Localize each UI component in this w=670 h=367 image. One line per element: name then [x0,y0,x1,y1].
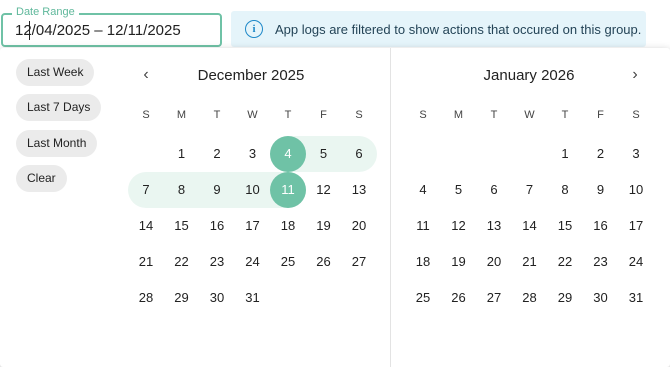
calendar-day[interactable]: 9 [199,172,235,208]
calendar-day[interactable]: 1 [164,136,200,172]
calendar-day[interactable]: 1 [547,136,583,172]
calendar-day[interactable]: 21 [128,244,164,280]
calendar-day[interactable]: 14 [128,208,164,244]
month-title-december: December 2025 [197,67,305,84]
weekday-header: S [419,109,427,121]
calendar-day[interactable]: 27 [476,280,512,316]
calendar-day[interactable]: 31 [235,280,271,316]
calendar-divider [390,48,391,367]
calendar-day[interactable]: 6 [341,136,377,172]
month-title-january: January 2026 [483,67,575,84]
weekday-header: W [524,109,535,121]
weekday-header: T [213,109,221,121]
weekday-header: F [320,109,327,121]
info-banner: i App logs are filtered to show actions … [231,11,646,47]
calendar-day[interactable]: 26 [306,244,342,280]
calendar-day[interactable]: 23 [199,244,235,280]
date-range-input[interactable]: 12/04/2025 – 12/11/2025 [15,22,181,39]
calendar-day[interactable]: 30 [199,280,235,316]
weekday-header: M [176,109,187,121]
calendar-day[interactable]: 16 [583,208,619,244]
calendar-day[interactable]: 24 [618,244,654,280]
calendar-day[interactable]: 12 [306,172,342,208]
weekday-header: S [355,109,363,121]
shortcut-clear[interactable]: Clear [16,165,67,192]
calendar-day[interactable]: 16 [199,208,235,244]
info-banner-text: App logs are filtered to show actions th… [275,21,642,37]
calendar-day[interactable]: 28 [128,280,164,316]
calendar-day[interactable]: 18 [405,244,441,280]
calendar-day[interactable]: 4 [405,172,441,208]
weekday-header: S [632,109,640,121]
weekday-header: T [490,109,498,121]
calendar-day[interactable]: 15 [547,208,583,244]
weekday-header: M [453,109,464,121]
calendar-day[interactable]: 26 [441,280,477,316]
calendar-day[interactable]: 19 [306,208,342,244]
calendar-day[interactable]: 25 [270,244,306,280]
calendar-day[interactable]: 14 [512,208,548,244]
date-range-label: Date Range [12,6,79,18]
text-cursor [29,21,30,40]
calendar-day[interactable]: 9 [583,172,619,208]
calendar-day[interactable]: 5 [441,172,477,208]
calendar-day[interactable]: 18 [270,208,306,244]
calendar-day[interactable]: 21 [512,244,548,280]
shortcut-last-7-days[interactable]: Last 7 Days [16,94,102,121]
calendar-day[interactable]: 10 [235,172,271,208]
calendar-day[interactable]: 27 [341,244,377,280]
chevron-right-icon[interactable]: › [625,66,645,84]
weekday-header: T [284,109,292,121]
calendar-day[interactable]: 8 [164,172,200,208]
calendar-day[interactable]: 31 [618,280,654,316]
calendar-day[interactable]: 3 [618,136,654,172]
calendar-day[interactable]: 12 [441,208,477,244]
calendar-day[interactable]: 11 [270,172,306,208]
calendar-day[interactable]: 20 [476,244,512,280]
calendar-day[interactable]: 29 [547,280,583,316]
calendar-day[interactable]: 22 [164,244,200,280]
calendar-day[interactable]: 4 [270,136,306,172]
calendar-day[interactable]: 2 [583,136,619,172]
calendar-day[interactable]: 29 [164,280,200,316]
date-range-field[interactable]: Date Range 12/04/2025 – 12/11/2025 [1,6,222,47]
calendar-day[interactable]: 25 [405,280,441,316]
calendar-day[interactable]: 22 [547,244,583,280]
calendar-day[interactable]: 3 [235,136,271,172]
shortcut-last-month[interactable]: Last Month [16,130,98,157]
shortcut-last-week[interactable]: Last Week [16,59,95,86]
calendar-day[interactable]: 13 [476,208,512,244]
calendar-day[interactable]: 19 [441,244,477,280]
calendar-day[interactable]: 6 [476,172,512,208]
calendar-day[interactable]: 20 [341,208,377,244]
calendar-day[interactable]: 11 [405,208,441,244]
calendar-day[interactable]: 10 [618,172,654,208]
calendar-day[interactable]: 5 [306,136,342,172]
info-icon: i [245,20,263,38]
calendar-day[interactable]: 23 [583,244,619,280]
calendar-day[interactable]: 7 [128,172,164,208]
calendar-day[interactable]: 30 [583,280,619,316]
calendar-day[interactable]: 13 [341,172,377,208]
weekday-header: S [142,109,150,121]
calendar-day[interactable]: 2 [199,136,235,172]
calendar-day[interactable]: 17 [235,208,271,244]
calendar-day[interactable]: 7 [512,172,548,208]
calendar-day[interactable]: 15 [164,208,200,244]
date-range-picker-popup: Last Week Last 7 Days Last Month Clear ‹… [0,48,670,367]
calendar-day[interactable]: 28 [512,280,548,316]
weekday-header: T [561,109,569,121]
calendar-day[interactable]: 24 [235,244,271,280]
weekday-header: F [597,109,604,121]
calendar-day[interactable]: 17 [618,208,654,244]
weekday-header: W [247,109,258,121]
calendar-day[interactable]: 8 [547,172,583,208]
